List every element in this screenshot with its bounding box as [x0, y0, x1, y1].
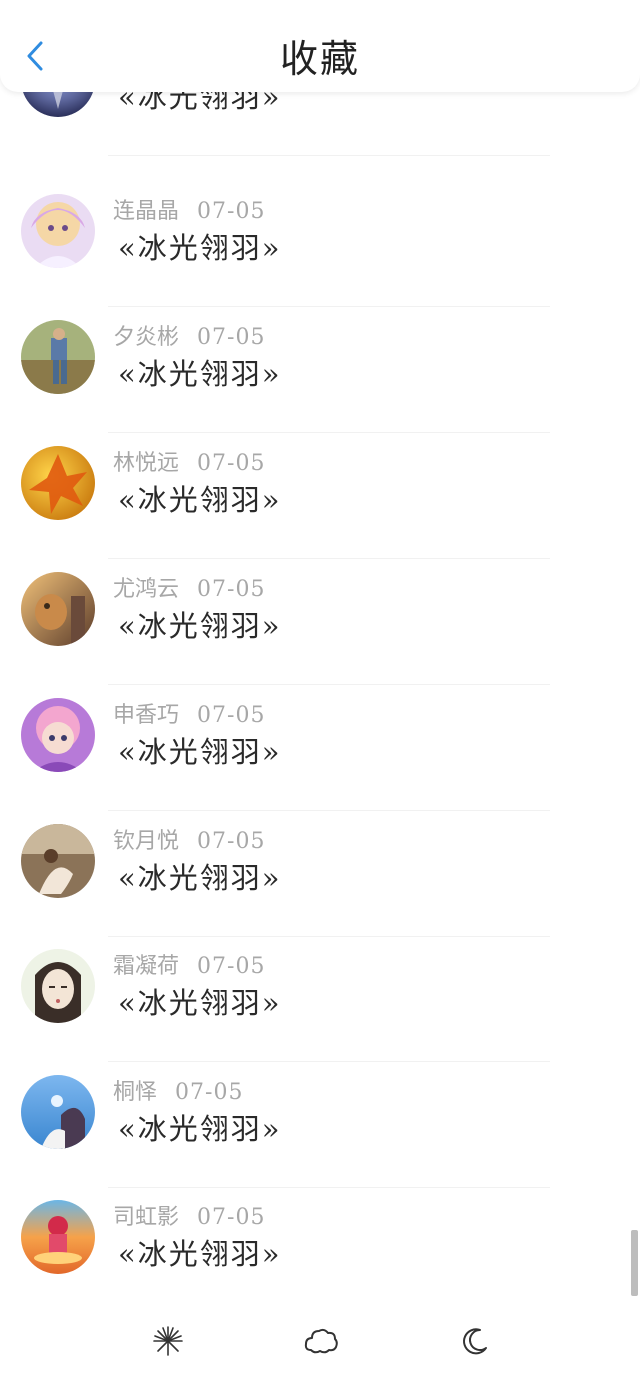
item-meta: 夕炎彬 07-05 [113, 319, 265, 351]
firework-button[interactable] [148, 1321, 188, 1361]
list-item[interactable]: 申香巧 07-05 «冰光翎羽» [0, 685, 640, 811]
moon-icon [463, 1328, 487, 1355]
item-title[interactable]: «冰光翎羽» [118, 477, 282, 519]
list-item[interactable]: 连晶晶 07-05 «冰光翎羽» [0, 181, 640, 307]
item-date: 07-05 [197, 451, 266, 476]
item-meta: 尤鸿云 07-05 [113, 571, 265, 603]
item-author: 连晶晶 [113, 199, 180, 224]
list-item[interactable]: 钦月悦 07-05 «冰光翎羽» [0, 811, 640, 937]
avatar [21, 824, 95, 898]
list-item[interactable]: 林悦远 07-05 «冰光翎羽» [0, 433, 640, 559]
item-meta: 连晶晶 07-05 [113, 193, 265, 225]
item-author: 司虹影 [113, 1205, 180, 1230]
item-date: 07-05 [197, 577, 266, 602]
list-item[interactable]: 霜凝荷 07-05 «冰光翎羽» [0, 936, 640, 1062]
item-title[interactable]: «冰光翎羽» [118, 351, 282, 393]
cloud-button[interactable] [301, 1321, 341, 1361]
item-date: 07-05 [197, 829, 266, 854]
avatar [21, 320, 95, 394]
list-item[interactable]: 桐怿 07-05 «冰光翎羽» [0, 1062, 640, 1188]
avatar [21, 194, 95, 268]
item-date: 07-05 [197, 954, 266, 979]
item-meta: 申香巧 07-05 [113, 697, 265, 729]
scrollbar[interactable] [631, 1230, 638, 1296]
bottom-bar [0, 1301, 640, 1379]
item-author: 夕炎彬 [113, 325, 180, 350]
item-title[interactable]: «冰光翎羽» [118, 1231, 282, 1273]
item-date: 07-05 [197, 325, 266, 350]
item-author: 林悦远 [113, 451, 180, 476]
header: 收藏 [0, 0, 640, 92]
item-author: 申香巧 [113, 703, 180, 728]
avatar [21, 1200, 95, 1274]
divider [108, 155, 550, 156]
item-title[interactable]: «冰光翎羽» [118, 603, 282, 645]
avatar [21, 949, 95, 1023]
item-meta: 司虹影 07-05 [113, 1199, 265, 1231]
item-title[interactable]: «冰光翎羽» [118, 225, 282, 267]
avatar [21, 1075, 95, 1149]
list-item[interactable]: 夕炎彬 07-05 «冰光翎羽» [0, 307, 640, 433]
page-title: 收藏 [279, 37, 360, 81]
list-item[interactable]: 尤鸿云 07-05 «冰光翎羽» [0, 559, 640, 685]
moon-button[interactable] [455, 1321, 495, 1361]
avatar [21, 572, 95, 646]
cloud-icon [304, 1328, 338, 1354]
item-title[interactable]: «冰光翎羽» [118, 855, 282, 897]
firework-icon [153, 1326, 183, 1356]
item-meta: 桐怿 07-05 [113, 1074, 243, 1106]
item-title[interactable]: «冰光翎羽» [118, 980, 282, 1022]
item-author: 尤鸿云 [113, 577, 180, 602]
item-title[interactable]: «冰光翎羽» [118, 729, 282, 771]
avatar [21, 698, 95, 772]
item-date: 07-05 [197, 199, 266, 224]
item-author: 桐怿 [113, 1080, 158, 1105]
item-author: 霜凝荷 [113, 954, 180, 979]
item-meta: 钦月悦 07-05 [113, 823, 265, 855]
list-item[interactable]: 司虹影 07-05 «冰光翎羽» [0, 1187, 640, 1313]
item-meta: 霜凝荷 07-05 [113, 948, 265, 980]
item-author: 钦月悦 [113, 829, 180, 854]
item-date: 07-05 [197, 703, 266, 728]
item-title[interactable]: «冰光翎羽» [118, 1106, 282, 1148]
item-meta: 林悦远 07-05 [113, 445, 265, 477]
avatar [21, 446, 95, 520]
item-date: 07-05 [175, 1080, 244, 1105]
item-date: 07-05 [197, 1205, 266, 1230]
